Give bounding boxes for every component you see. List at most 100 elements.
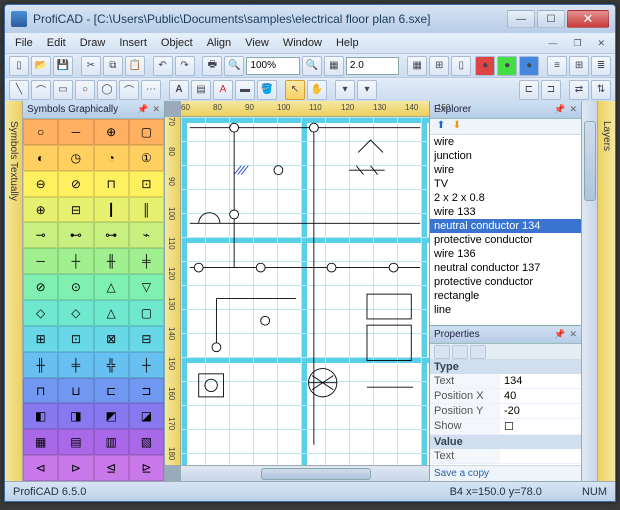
symbol-cell[interactable]: ▢	[129, 300, 164, 326]
line-tool[interactable]: ╲	[9, 80, 29, 100]
scrollbar-horizontal[interactable]	[181, 465, 429, 481]
flip-v-button[interactable]: ⇅	[591, 80, 611, 100]
prop-row[interactable]: Text	[430, 449, 581, 464]
symbol-cell[interactable]: ▤	[58, 429, 93, 455]
explorer-list[interactable]: wirejunctionwireTV2 x 2 x 0.8wire 133neu…	[430, 135, 581, 325]
menu-draw[interactable]: Draw	[74, 35, 112, 51]
nav-down-icon[interactable]: ⬇	[450, 120, 464, 134]
cut-button[interactable]: ✂	[81, 56, 101, 76]
pagebg-button[interactable]: ▤	[191, 80, 211, 100]
menu-edit[interactable]: Edit	[41, 35, 72, 51]
symbol-cell[interactable]: ⊕	[94, 119, 129, 145]
color3-button[interactable]: ●	[519, 56, 539, 76]
symbol-cell[interactable]: ⊡	[129, 171, 164, 197]
symbol-cell[interactable]: ⊙	[58, 274, 93, 300]
symbol-cell[interactable]: ⊞	[23, 326, 58, 352]
color2-button[interactable]: ●	[497, 56, 517, 76]
symbol-cell[interactable]: ╫	[23, 352, 58, 378]
menu-align[interactable]: Align	[201, 35, 237, 51]
prop-tab-3[interactable]	[470, 345, 486, 359]
menu-file[interactable]: File	[9, 35, 39, 51]
open-button[interactable]: 📂	[31, 56, 51, 76]
symbol-cell[interactable]: ║	[129, 197, 164, 223]
tree-button[interactable]: ⊞	[569, 56, 589, 76]
color-bg-button[interactable]: ▬	[235, 80, 255, 100]
prop-tab-1[interactable]	[434, 345, 450, 359]
undo-button[interactable]: ↶	[153, 56, 173, 76]
explorer-item[interactable]: rectangle	[430, 289, 581, 303]
menu-insert[interactable]: Insert	[113, 35, 153, 51]
symbol-cell[interactable]: ⊠	[94, 326, 129, 352]
fill-button[interactable]: 🪣	[257, 80, 277, 100]
select-tool[interactable]: ↖	[285, 80, 305, 100]
symbol-cell[interactable]: ⊏	[94, 378, 129, 404]
explorer-item[interactable]: protective conductor	[430, 233, 581, 247]
symbol-cell[interactable]: ▢	[129, 119, 164, 145]
symbol-cell[interactable]: ⊖	[23, 171, 58, 197]
symbol-cell[interactable]: ⊶	[94, 222, 129, 248]
zoom-fit-button[interactable]: ▦	[324, 56, 344, 76]
symbol-cell[interactable]: ◔	[94, 145, 129, 171]
explorer-item[interactable]: neutral conductor 134	[430, 219, 581, 233]
explorer-item[interactable]: protective conductor	[430, 275, 581, 289]
symbol-cell[interactable]: ⊐	[129, 378, 164, 404]
menu-object[interactable]: Object	[155, 35, 199, 51]
explorer-item[interactable]: wire	[430, 135, 581, 149]
symbol-cell[interactable]: ⊘	[23, 274, 58, 300]
symbol-cell[interactable]: ┼	[129, 352, 164, 378]
explorer-item[interactable]: line	[430, 303, 581, 317]
symbol-cell[interactable]: ◷	[58, 145, 93, 171]
symbol-cell[interactable]: ╬	[94, 352, 129, 378]
symbol-cell[interactable]: ⊵	[129, 455, 164, 481]
circle-tool[interactable]: ○	[75, 80, 95, 100]
symbol-cell[interactable]: ◐	[23, 145, 58, 171]
explorer-item[interactable]: junction	[430, 149, 581, 163]
symbol-cell[interactable]: ╪	[58, 352, 93, 378]
pin-icon[interactable]: 📌	[554, 329, 565, 340]
page-button[interactable]: ▯	[451, 56, 471, 76]
prop-row[interactable]: Position X40	[430, 389, 581, 404]
symbol-cell[interactable]: ⊕	[23, 197, 58, 223]
zoom-in-button[interactable]: 🔍	[302, 56, 322, 76]
symbol-cell[interactable]: ⊳	[58, 455, 93, 481]
prop-row[interactable]: Text134	[430, 374, 581, 389]
symbol-cell[interactable]: ◧	[23, 403, 58, 429]
save-a-copy-link[interactable]: Save a copy	[430, 465, 581, 481]
ellipse-tool[interactable]: ◯	[97, 80, 117, 100]
align-right-button[interactable]: ⊐	[541, 80, 561, 100]
text-tool[interactable]: A	[169, 80, 189, 100]
symbol-cell[interactable]: ▥	[94, 429, 129, 455]
mdi-min-icon[interactable]: —	[542, 36, 563, 51]
new-button[interactable]: ▯	[9, 56, 29, 76]
save-button[interactable]: 💾	[53, 56, 73, 76]
symbol-cell[interactable]: ⊘	[58, 171, 93, 197]
flip-h-button[interactable]: ⇄	[569, 80, 589, 100]
zoom-out-button[interactable]: 🔍	[224, 56, 244, 76]
explorer-item[interactable]: TV	[430, 177, 581, 191]
align-left-button[interactable]: ⊏	[519, 80, 539, 100]
symbol-cell[interactable]: ╪	[129, 248, 164, 274]
layers-button[interactable]: ≣	[591, 56, 611, 76]
symbol-cell[interactable]: ⊲	[23, 455, 58, 481]
symbol-cell[interactable]: △	[94, 274, 129, 300]
explorer-item[interactable]: wire	[430, 163, 581, 177]
mdi-close-icon[interactable]: ✕	[591, 36, 611, 51]
pan-tool[interactable]: ✋	[307, 80, 327, 100]
symbol-cell[interactable]: ┃	[94, 197, 129, 223]
more-tool[interactable]: ⋯	[141, 80, 161, 100]
symbol-cell[interactable]: ◪	[129, 403, 164, 429]
color1-button[interactable]: ●	[475, 56, 495, 76]
paste-button[interactable]: 📋	[125, 56, 145, 76]
prop-section-header[interactable]: Type	[430, 360, 581, 374]
menu-window[interactable]: Window	[277, 35, 328, 51]
prop-tab-2[interactable]	[452, 345, 468, 359]
explorer-item[interactable]: 2 x 2 x 0.8	[430, 191, 581, 205]
right-docked-tab[interactable]: Layers	[597, 101, 615, 481]
print-button[interactable]: 🖶	[202, 56, 222, 76]
symbol-cell[interactable]: ▽	[129, 274, 164, 300]
grid-button[interactable]: ▦	[407, 56, 427, 76]
symbol-cell[interactable]: ─	[58, 119, 93, 145]
pin-icon[interactable]: 📌	[554, 104, 565, 115]
symbol-cell[interactable]: ○	[23, 119, 58, 145]
symbol-cell[interactable]: ┼	[58, 248, 93, 274]
